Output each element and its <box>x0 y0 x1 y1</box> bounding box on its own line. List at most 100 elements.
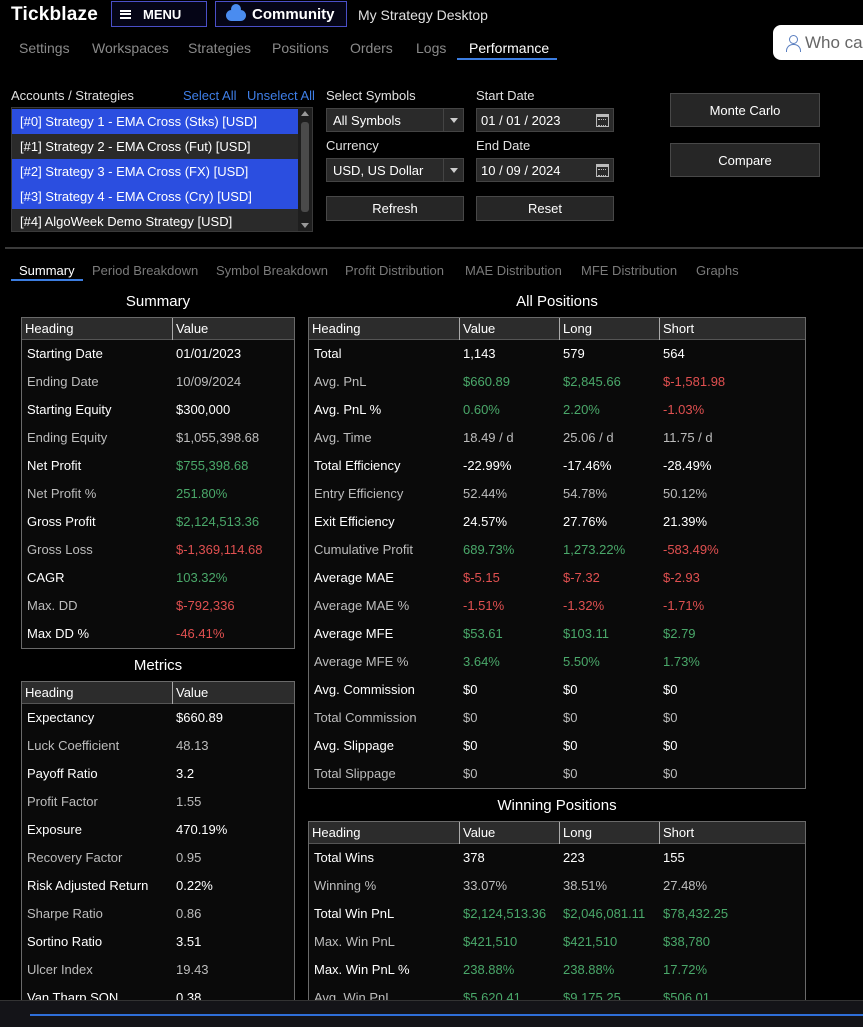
tab-positions[interactable]: Positions <box>272 40 329 56</box>
cell-value: 689.73% <box>463 542 515 557</box>
currency-select[interactable]: USD, US Dollar <box>326 158 464 182</box>
subtab-period-breakdown[interactable]: Period Breakdown <box>92 263 198 278</box>
cell-value: $-2.93 <box>663 570 700 585</box>
row-heading: Sharpe Ratio <box>27 906 103 921</box>
cell-value: $-7.32 <box>563 570 600 585</box>
subtab-summary[interactable]: Summary <box>19 263 75 278</box>
cell-value: $0 <box>663 766 678 781</box>
cell-value: $421,510 <box>463 934 518 949</box>
cell-value: 17.72% <box>663 962 708 977</box>
cell-value: -28.49% <box>663 458 712 473</box>
cell-value: $78,432.25 <box>663 906 729 921</box>
account-item[interactable]: [#0] Strategy 1 - EMA Cross (Stks) [USD] <box>12 109 298 134</box>
column-header[interactable]: Value <box>172 682 294 704</box>
cell-value: 01/01/2023 <box>176 346 242 361</box>
tab-settings[interactable]: Settings <box>19 40 70 56</box>
active-tab-indicator <box>457 58 557 60</box>
row-heading: CAGR <box>27 570 65 585</box>
row-heading: Max. Win PnL <box>314 934 395 949</box>
table-row: Avg. Time 18.49 / d 25.06 / d 11.75 / d <box>309 424 805 452</box>
column-header[interactable]: Value <box>459 318 559 340</box>
tab-orders[interactable]: Orders <box>350 40 393 56</box>
subtab-symbol-breakdown[interactable]: Symbol Breakdown <box>216 263 328 278</box>
tab-logs[interactable]: Logs <box>416 40 446 56</box>
column-header[interactable]: Value <box>459 822 559 844</box>
subtab-profit-distribution[interactable]: Profit Distribution <box>345 263 444 278</box>
calendar-icon[interactable] <box>596 164 609 177</box>
column-header[interactable]: Value <box>172 318 294 340</box>
select-all-link[interactable]: Select All <box>183 88 236 103</box>
row-heading: Avg. Commission <box>314 682 415 697</box>
column-header[interactable]: Heading <box>22 682 172 704</box>
column-header[interactable]: Heading <box>22 318 172 340</box>
community-button[interactable]: Community <box>215 1 347 27</box>
tab-performance[interactable]: Performance <box>469 40 549 56</box>
table-row: Ending Date 10/09/2024 <box>22 368 294 396</box>
subtab-graphs[interactable]: Graphs <box>696 263 739 278</box>
menu-button[interactable]: MENU <box>111 1 207 27</box>
cell-value: $2,845.66 <box>563 374 621 389</box>
table-row: CAGR 103.32% <box>22 564 294 592</box>
table-header: Heading Value <box>22 682 294 704</box>
cell-value: 11.75 / d <box>663 430 713 445</box>
monte-carlo-button[interactable]: Monte Carlo <box>670 93 820 127</box>
row-heading: Sortino Ratio <box>27 934 103 949</box>
table-row: Total 1,143 579 564 <box>309 340 805 368</box>
scroll-up-icon[interactable] <box>301 111 309 116</box>
table-header: Heading Value Long Short <box>309 822 805 844</box>
row-heading: Avg. PnL % <box>314 402 382 417</box>
start-date-value: 01 / 01 / 2023 <box>481 112 561 128</box>
accounts-scrollbar[interactable] <box>298 108 312 231</box>
cell-value: 155 <box>663 850 685 865</box>
column-header[interactable]: Long <box>559 318 659 340</box>
refresh-button[interactable]: Refresh <box>326 196 464 221</box>
table-header: Heading Value Long Short <box>309 318 805 340</box>
cell-value: 1.55 <box>176 794 202 809</box>
cell-value: 0.60% <box>463 402 500 417</box>
table-row: Recovery Factor 0.95 <box>22 844 294 872</box>
account-item[interactable]: [#3] Strategy 4 - EMA Cross (Cry) [USD] <box>12 184 298 209</box>
scroll-down-icon[interactable] <box>301 223 309 228</box>
winning-positions-table: Heading Value Long Short Total Wins 378 223 155… <box>308 821 806 1021</box>
subtab-mae-distribution[interactable]: MAE Distribution <box>465 263 562 278</box>
table-row: Expectancy $660.89 <box>22 704 294 732</box>
compare-button[interactable]: Compare <box>670 143 820 177</box>
table-row: Max. DD $-792,336 <box>22 592 294 620</box>
cell-value: $2,124,513.36 <box>176 514 260 529</box>
account-item[interactable]: [#2] Strategy 3 - EMA Cross (FX) [USD] <box>12 159 298 184</box>
calendar-icon[interactable] <box>596 114 609 127</box>
column-header[interactable]: Heading <box>309 318 459 340</box>
column-header[interactable]: Heading <box>309 822 459 844</box>
column-header[interactable]: Long <box>559 822 659 844</box>
accounts-list[interactable]: [#0] Strategy 1 - EMA Cross (Stks) [USD]… <box>11 107 313 232</box>
start-date-field[interactable]: 01 / 01 / 2023 <box>476 108 614 132</box>
unselect-all-link[interactable]: Unselect All <box>247 88 315 103</box>
row-heading: Gross Loss <box>27 542 93 557</box>
cell-value: $0 <box>463 710 478 725</box>
end-date-field[interactable]: 10 / 09 / 2024 <box>476 158 614 182</box>
reset-button[interactable]: Reset <box>476 196 614 221</box>
tab-strategies[interactable]: Strategies <box>188 40 251 56</box>
tab-workspaces[interactable]: Workspaces <box>92 40 169 56</box>
search-box[interactable]: Who ca <box>773 25 863 60</box>
symbols-select[interactable]: All Symbols <box>326 108 464 132</box>
column-header[interactable]: Short <box>659 318 805 340</box>
summary-table: Heading Value Starting Date 01/01/2023 Endin… <box>21 317 295 649</box>
table-row: Starting Date 01/01/2023 <box>22 340 294 368</box>
row-heading: Starting Date <box>27 346 103 361</box>
table-row: Net Profit $755,398.68 <box>22 452 294 480</box>
cell-value: $2.79 <box>663 626 696 641</box>
cell-value: 48.13 <box>176 738 209 753</box>
account-item[interactable]: [#1] Strategy 2 - EMA Cross (Fut) [USD] <box>12 134 298 159</box>
row-heading: Total Slippage <box>314 766 396 781</box>
all-positions-table: Heading Value Long Short Total 1,143 579 564 Avg… <box>308 317 806 789</box>
column-header[interactable]: Short <box>659 822 805 844</box>
account-item[interactable]: [#4] AlgoWeek Demo Strategy [USD] <box>12 209 298 231</box>
cell-value: $755,398.68 <box>176 458 249 473</box>
scroll-thumb[interactable] <box>301 122 309 212</box>
accounts-label: Accounts / Strategies <box>11 88 134 103</box>
subtab-mfe-distribution[interactable]: MFE Distribution <box>581 263 677 278</box>
row-heading: Total Win PnL <box>314 906 395 921</box>
table-row: Exposure 470.19% <box>22 816 294 844</box>
symbols-label: Select Symbols <box>326 88 416 103</box>
